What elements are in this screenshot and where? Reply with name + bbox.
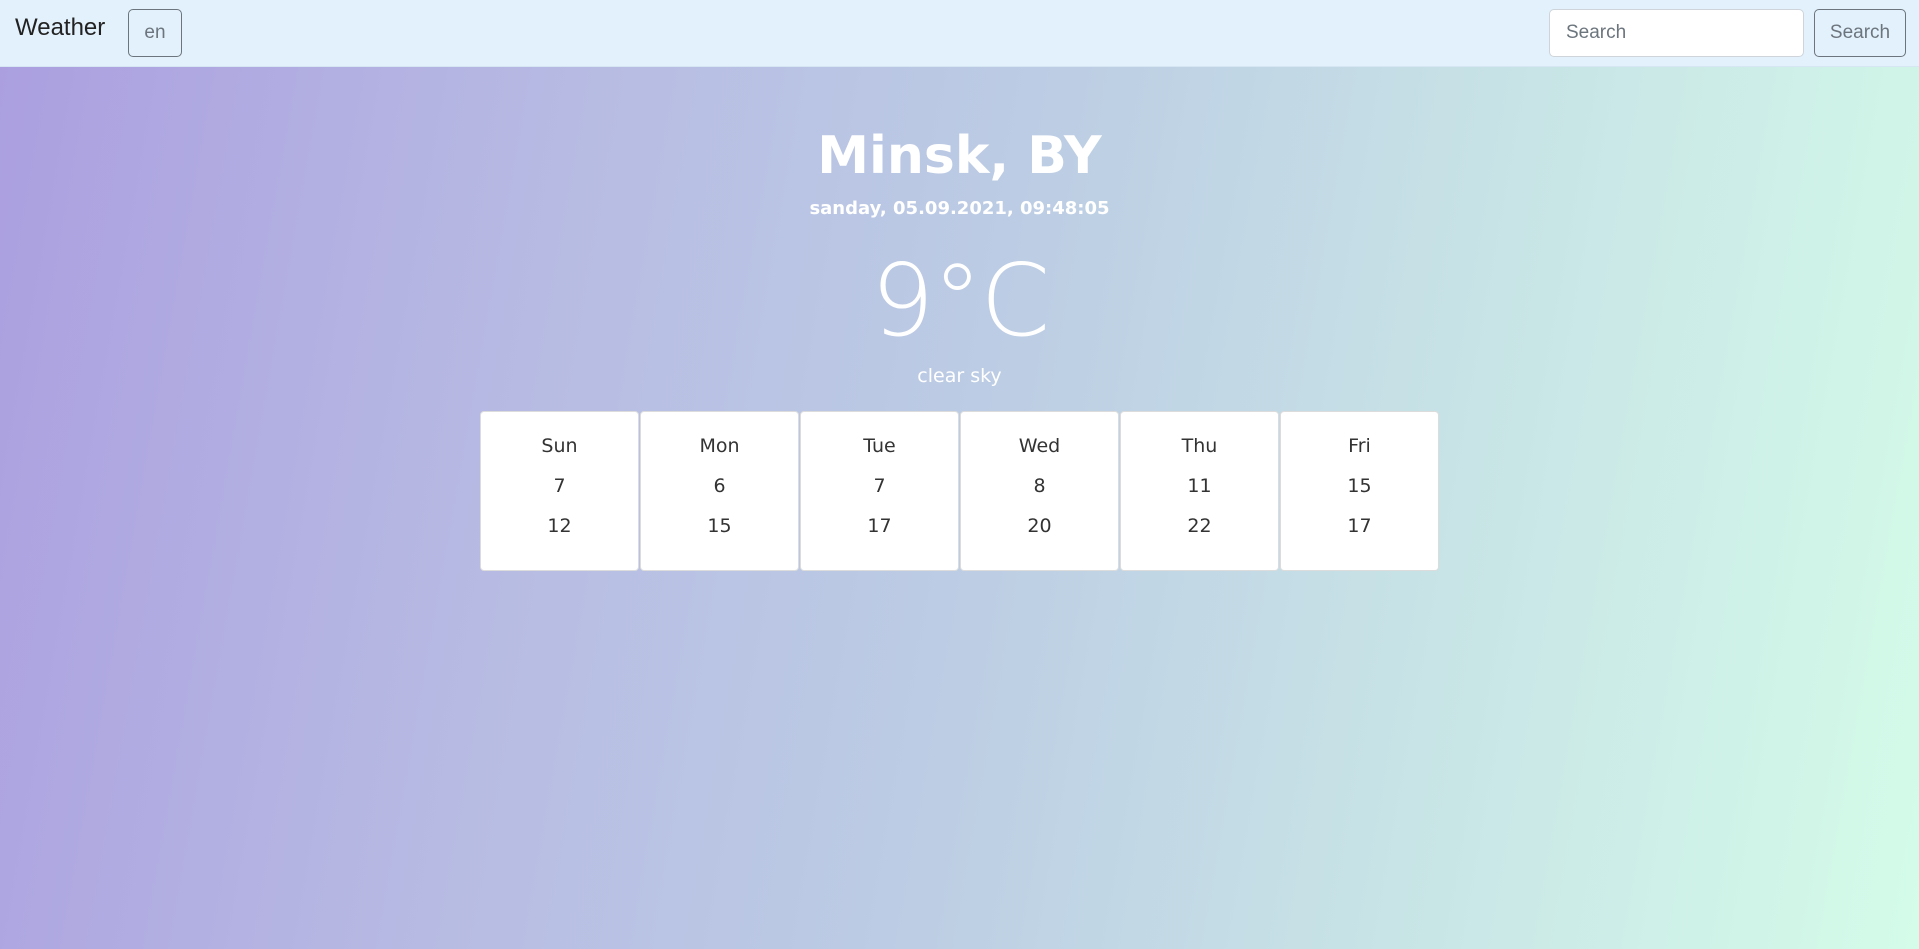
- forecast-max-temp: 17: [1347, 515, 1372, 537]
- current-datetime: sanday, 05.09.2021, 09:48:05: [809, 198, 1110, 219]
- search-input[interactable]: [1549, 9, 1804, 57]
- forecast-day: Fri: [1348, 435, 1371, 457]
- forecast-card: Wed 8 20: [960, 411, 1119, 571]
- forecast-day: Thu: [1181, 435, 1218, 457]
- forecast-day: Sun: [541, 435, 578, 457]
- forecast-min-temp: 11: [1187, 475, 1212, 497]
- forecast-day: Wed: [1018, 435, 1061, 457]
- forecast-day: Tue: [863, 435, 896, 457]
- current-temperature: 9°C: [870, 242, 1050, 359]
- weather-description: clear sky: [917, 365, 1002, 387]
- forecast-min-temp: 7: [553, 475, 566, 497]
- brand-title[interactable]: Weather: [15, 14, 105, 42]
- forecast-min-temp: 8: [1033, 475, 1046, 497]
- forecast-max-temp: 22: [1187, 515, 1212, 537]
- city-name: Minsk, BY: [817, 126, 1102, 186]
- forecast-max-temp: 17: [867, 515, 892, 537]
- forecast-card: Tue 7 17: [800, 411, 959, 571]
- forecast-min-temp: 6: [713, 475, 726, 497]
- forecast-list: Sun 7 12 Mon 6 15 Tue 7 17 Wed 8 20 Thu …: [480, 411, 1439, 571]
- forecast-day: Mon: [699, 435, 740, 457]
- forecast-max-temp: 15: [707, 515, 732, 537]
- weather-panel: Minsk, BY sanday, 05.09.2021, 09:48:05 9…: [0, 67, 1919, 949]
- forecast-max-temp: 12: [547, 515, 572, 537]
- forecast-card: Thu 11 22: [1120, 411, 1279, 571]
- forecast-min-temp: 7: [873, 475, 886, 497]
- search-button[interactable]: Search: [1814, 9, 1906, 57]
- language-button[interactable]: en: [128, 9, 182, 57]
- forecast-card: Mon 6 15: [640, 411, 799, 571]
- navbar: Weather en Search: [0, 0, 1919, 67]
- forecast-min-temp: 15: [1347, 475, 1372, 497]
- forecast-card: Sun 7 12: [480, 411, 639, 571]
- forecast-max-temp: 20: [1027, 515, 1052, 537]
- forecast-card: Fri 15 17: [1280, 411, 1439, 571]
